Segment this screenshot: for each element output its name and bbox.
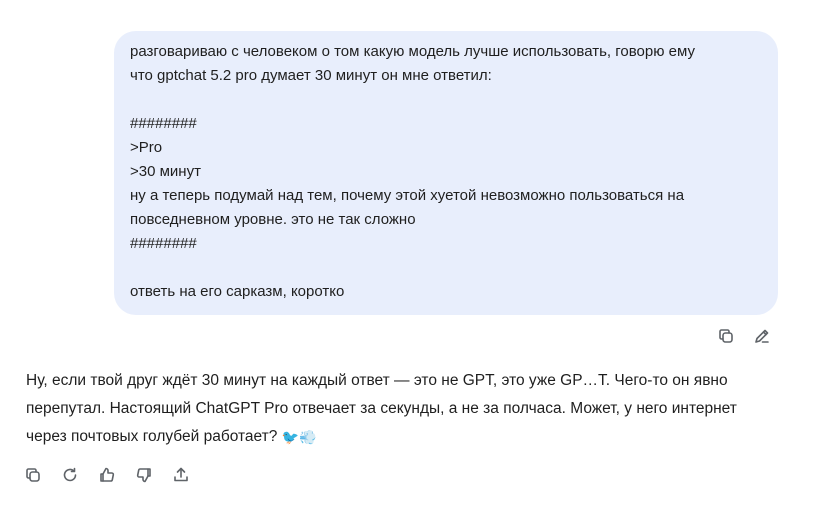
- assistant-message-text: через почтовых голубей работает?: [26, 428, 282, 446]
- copy-button[interactable]: [21, 463, 45, 487]
- user-message-line: ########: [130, 235, 197, 252]
- assistant-message-actions: [21, 463, 193, 487]
- edit-button[interactable]: [750, 324, 774, 348]
- user-message-line: [130, 256, 762, 280]
- user-message-line: повседневном уровне. это не так сложно: [130, 211, 416, 228]
- copy-icon: [26, 468, 40, 482]
- user-message-bubble: разговариваю с человеком о том какую мод…: [114, 31, 778, 315]
- user-message-line: разговариваю с человеком о том какую мод…: [130, 43, 695, 60]
- thumbs-up-icon: [100, 467, 115, 482]
- assistant-message-line: Ну, если твой друг ждёт 30 минут на кажд…: [26, 372, 728, 389]
- user-message-actions: [714, 324, 774, 348]
- user-message-line: ########: [130, 115, 197, 132]
- user-message-line: что gptchat 5.2 pro думает 30 минут он м…: [130, 67, 492, 84]
- assistant-message-line: через почтовых голубей работает? 🐦💨: [26, 423, 786, 451]
- share-icon: [174, 467, 188, 482]
- user-message-line: ну а теперь подумай над тем, почему этой…: [130, 187, 685, 204]
- dash-emoji: 💨: [299, 429, 317, 445]
- user-message-line: >Pro: [130, 139, 163, 156]
- copy-button[interactable]: [714, 324, 738, 348]
- pencil-icon: [755, 329, 769, 343]
- thumbs-down-icon: [136, 468, 151, 483]
- copy-icon: [719, 329, 733, 343]
- assistant-message-line: перепутал. Настоящий ChatGPT Pro отвечае…: [26, 400, 737, 417]
- regenerate-icon: [63, 467, 77, 482]
- bird-emoji: 🐦: [281, 429, 300, 445]
- thumbs-up-button[interactable]: [95, 463, 119, 487]
- thumbs-down-button[interactable]: [132, 463, 156, 487]
- assistant-message: Ну, если твой друг ждёт 30 минут на кажд…: [26, 367, 786, 451]
- user-message-line: >30 минут: [130, 163, 201, 180]
- regenerate-button[interactable]: [58, 463, 82, 487]
- user-message-line: [130, 88, 762, 112]
- user-message-line: ответь на его сарказм, коротко: [130, 283, 345, 300]
- share-button[interactable]: [169, 463, 193, 487]
